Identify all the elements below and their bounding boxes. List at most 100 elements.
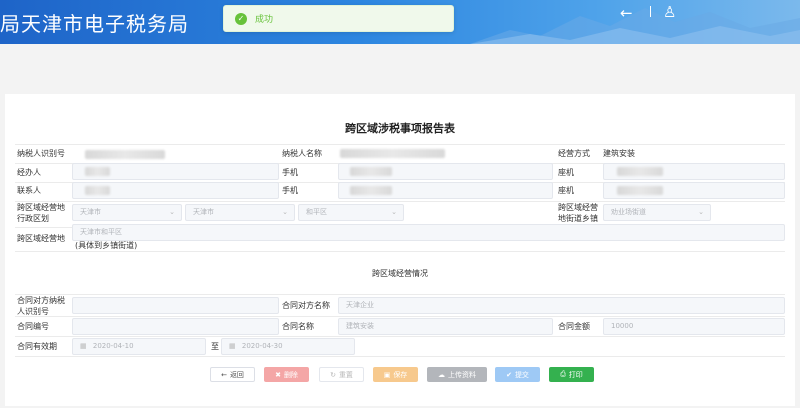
header-divider bbox=[650, 6, 651, 17]
contract-no-input[interactable] bbox=[72, 318, 279, 335]
grid-line bbox=[15, 144, 785, 145]
redacted-landline-2 bbox=[617, 186, 663, 195]
check-circle-icon: ✓ bbox=[235, 12, 247, 25]
redacted-taxpayer-id bbox=[85, 150, 165, 159]
contract-no-label: 合同编号 bbox=[17, 322, 49, 331]
area-label-line1: 跨区域经营地 bbox=[17, 203, 65, 212]
grid-line bbox=[15, 316, 785, 317]
printer-icon: ⎙ bbox=[560, 370, 566, 378]
back-button-label: 返回 bbox=[229, 370, 244, 379]
chevron-down-icon: ⌄ bbox=[169, 208, 175, 216]
grid-line bbox=[15, 294, 785, 295]
form-title: 跨区域涉税事项报告表 bbox=[345, 122, 455, 135]
street-label-line2: 地街道乡镇 bbox=[558, 214, 598, 223]
contract-party-id-input[interactable] bbox=[72, 297, 279, 314]
trash-icon: ✖ bbox=[275, 370, 281, 379]
contract-party-id-label: 合同对方纳税 人识别号 bbox=[17, 295, 65, 317]
delete-button-label: 删除 bbox=[283, 370, 298, 379]
address-input[interactable]: 天津市和平区 bbox=[72, 224, 785, 241]
submit-button[interactable]: ✔ 提交 bbox=[495, 367, 540, 382]
redacted-mobile-2 bbox=[350, 186, 392, 195]
save-icon: ▣ bbox=[383, 370, 391, 379]
district-value: 和平区 bbox=[306, 208, 327, 216]
contract-party-name-input[interactable]: 天津企业 bbox=[338, 297, 785, 314]
success-toast: ✓ 成功 bbox=[223, 5, 454, 32]
province-value: 天津市 bbox=[80, 208, 101, 216]
save-button-label: 保存 bbox=[393, 370, 408, 379]
street-label: 跨区域经营 地街道乡镇 bbox=[558, 202, 598, 224]
contract-party-id-label-line1: 合同对方纳税 bbox=[17, 296, 65, 305]
redacted-landline bbox=[617, 167, 663, 176]
check-circle-icon: ✔ bbox=[506, 370, 512, 379]
start-date-picker[interactable]: ▦ 2020-04-10 bbox=[72, 338, 206, 355]
address-hint: (具体到乡镇街道) bbox=[75, 241, 138, 250]
back-arrow-icon[interactable]: ← bbox=[620, 4, 633, 22]
mountain-banner-image bbox=[470, 8, 800, 44]
delete-button[interactable]: ✖ 删除 bbox=[264, 367, 309, 382]
redacted-mobile bbox=[350, 167, 392, 176]
street-label-line1: 跨区域经营 bbox=[558, 203, 598, 212]
user-icon[interactable]: ♙ bbox=[663, 3, 676, 21]
upload-button-label: 上传资料 bbox=[448, 370, 476, 379]
contract-party-name-label: 合同对方名称 bbox=[282, 301, 330, 310]
chevron-down-icon: ⌄ bbox=[282, 208, 288, 216]
grid-line bbox=[15, 356, 785, 357]
contract-name-input[interactable]: 建筑安装 bbox=[338, 318, 553, 335]
submit-button-label: 提交 bbox=[514, 370, 529, 379]
business-mode-label: 经营方式 bbox=[558, 149, 590, 158]
print-button-label: 打印 bbox=[568, 370, 583, 379]
chevron-down-icon: ⌄ bbox=[698, 208, 704, 216]
start-date-value: 2020-04-10 bbox=[92, 342, 134, 350]
city-select[interactable]: 天津市 ⌄ bbox=[185, 204, 295, 221]
contract-name-label: 合同名称 bbox=[282, 322, 314, 331]
redacted-handler bbox=[85, 167, 110, 176]
street-placeholder: 劝业场街道 bbox=[611, 208, 646, 216]
refresh-icon: ↻ bbox=[330, 370, 336, 379]
city-value: 天津市 bbox=[193, 208, 214, 216]
contract-period-label: 合同有效期 bbox=[17, 342, 57, 351]
grid-line bbox=[15, 336, 785, 337]
mobile-label-2: 手机 bbox=[282, 186, 298, 195]
taxpayer-id-label: 纳税人识别号 bbox=[17, 149, 65, 158]
area-label-line2: 行政区划 bbox=[17, 214, 49, 223]
upload-button[interactable]: ☁ 上传资料 bbox=[427, 367, 487, 382]
report-form-panel: 跨区域涉税事项报告表 纳税人识别号 纳税人名称 经营方式 建筑安装 经办人 手机… bbox=[5, 94, 795, 406]
redacted-taxpayer-name bbox=[340, 149, 445, 158]
contract-party-name-value: 天津企业 bbox=[346, 301, 374, 309]
contract-name-value: 建筑安装 bbox=[346, 322, 374, 330]
district-select[interactable]: 和平区 ⌄ bbox=[298, 204, 404, 221]
save-button[interactable]: ▣ 保存 bbox=[373, 367, 418, 382]
cloud-upload-icon: ☁ bbox=[438, 370, 445, 379]
section-title: 跨区域经营情况 bbox=[372, 269, 428, 278]
end-date-value: 2020-04-30 bbox=[241, 342, 283, 350]
toast-message: 成功 bbox=[255, 15, 274, 25]
taxpayer-name-label: 纳税人名称 bbox=[282, 149, 322, 158]
calendar-icon: ▦ bbox=[80, 342, 87, 350]
street-select[interactable]: 劝业场街道 ⌄ bbox=[603, 204, 711, 221]
contract-party-id-label-line2: 人识别号 bbox=[17, 307, 49, 316]
calendar-icon: ▦ bbox=[229, 342, 236, 350]
redacted-contact bbox=[85, 186, 110, 195]
arrow-left-icon: ← bbox=[221, 370, 227, 379]
contract-amount-value: 10000 bbox=[611, 322, 634, 330]
area-label: 跨区域经营地 行政区划 bbox=[17, 202, 65, 224]
end-date-picker[interactable]: ▦ 2020-04-30 bbox=[221, 338, 355, 355]
contact-label: 联系人 bbox=[17, 186, 41, 195]
print-button[interactable]: ⎙ 打印 bbox=[549, 367, 594, 382]
back-button[interactable]: ← 返回 bbox=[210, 367, 255, 382]
date-range-separator: 至 bbox=[211, 342, 219, 351]
chevron-down-icon: ⌄ bbox=[391, 208, 397, 216]
reset-button-label: 重置 bbox=[338, 370, 353, 379]
app-title: 局天津市电子税务局 bbox=[0, 12, 189, 36]
business-mode-value: 建筑安装 bbox=[603, 149, 635, 158]
reset-button[interactable]: ↻ 重置 bbox=[319, 367, 364, 382]
handler-label: 经办人 bbox=[17, 168, 41, 177]
province-select[interactable]: 天津市 ⌄ bbox=[72, 204, 182, 221]
mobile-label: 手机 bbox=[282, 168, 298, 177]
grid-line bbox=[15, 201, 785, 202]
landline-label-2: 座机 bbox=[558, 186, 574, 195]
contract-amount-input[interactable]: 10000 bbox=[603, 318, 785, 335]
contract-amount-label: 合同金额 bbox=[558, 322, 590, 331]
landline-label: 座机 bbox=[558, 168, 574, 177]
grid-line bbox=[15, 251, 785, 252]
